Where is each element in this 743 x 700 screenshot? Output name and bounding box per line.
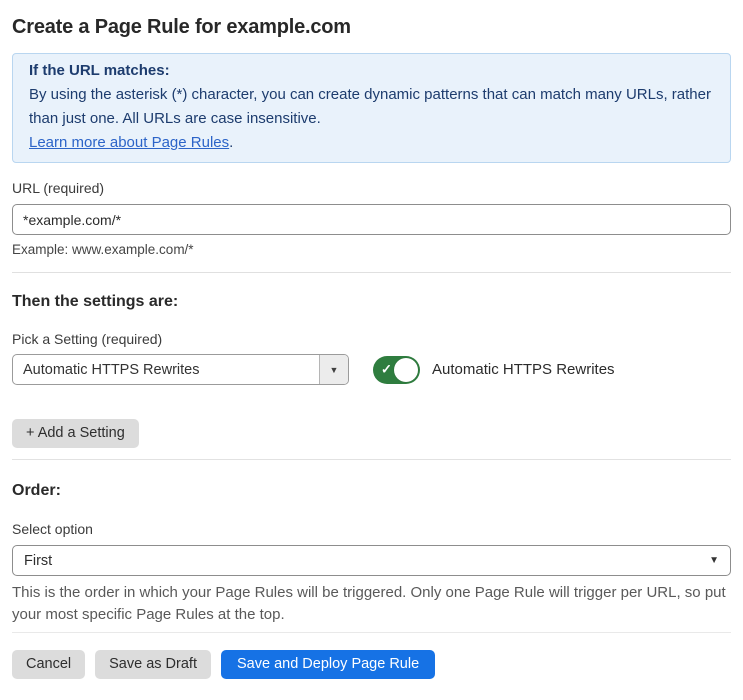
order-select[interactable]: First ▼ [12,545,731,576]
pick-setting-label: Pick a Setting (required) [12,331,163,347]
learn-more-link[interactable]: Learn more about Page Rules [29,134,229,151]
divider [12,632,731,633]
url-helper-text: Example: www.example.com/* [12,242,194,257]
info-box-heading: If the URL matches: [29,62,170,79]
page-title: Create a Page Rule for example.com [12,16,351,38]
url-input[interactable] [12,204,731,235]
settings-heading: Then the settings are: [12,293,179,310]
order-heading: Order: [12,482,61,499]
order-helper-text: This is the order in which your Page Rul… [12,584,726,623]
https-rewrites-toggle[interactable]: ✓ [373,355,420,384]
order-select-value: First [24,552,53,569]
check-icon: ✓ [381,361,392,377]
setting-row: Automatic HTTPS Rewrites ▼ ✓ Automatic H… [12,354,731,385]
select-option-label: Select option [12,521,93,537]
info-box-link-line: Learn more about Page Rules. [29,131,714,155]
add-setting-button[interactable]: + Add a Setting [12,419,139,448]
save-draft-button[interactable]: Save as Draft [95,650,211,679]
toggle-knob [394,357,418,382]
footer-actions: Cancel Save as Draft Save and Deploy Pag… [12,650,731,679]
link-suffix: . [229,134,234,151]
setting-dropdown[interactable]: Automatic HTTPS Rewrites ▼ [12,354,349,385]
divider [12,272,731,273]
dropdown-arrow-button[interactable]: ▼ [319,355,348,384]
url-label: URL (required) [12,180,105,196]
save-deploy-button[interactable]: Save and Deploy Page Rule [220,650,436,679]
page-rule-form: Create a Page Rule for example.com If th… [0,14,743,679]
setting-dropdown-value: Automatic HTTPS Rewrites [23,361,200,378]
chevron-down-icon: ▼ [709,555,719,566]
chevron-down-icon: ▼ [329,364,339,375]
toggle-label: Automatic HTTPS Rewrites [432,361,615,378]
url-match-info-box: If the URL matches: By using the asteris… [12,53,731,163]
info-box-body: By using the asterisk (*) character, you… [29,86,711,127]
divider [12,459,731,460]
cancel-button[interactable]: Cancel [12,650,86,679]
